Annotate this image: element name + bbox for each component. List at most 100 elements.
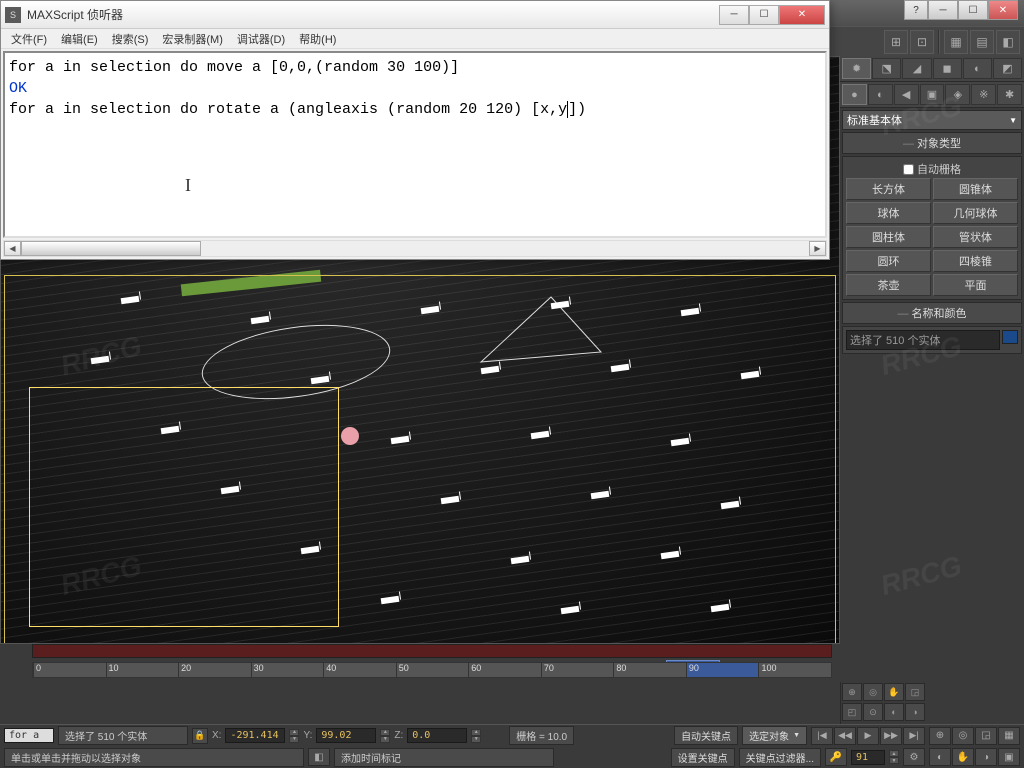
create-tab[interactable]: ✹ (842, 58, 871, 79)
nav-btn[interactable]: ◰ (842, 703, 862, 721)
lights-tab[interactable]: ◀ (894, 84, 919, 105)
object-color-swatch[interactable] (1002, 330, 1018, 344)
x-input[interactable]: -291.414 (225, 728, 285, 743)
display-tab[interactable]: ◐ (963, 58, 992, 79)
nav-btn[interactable]: ◐ (884, 703, 904, 721)
sphere-button[interactable]: 球体 (846, 202, 931, 224)
key-icon[interactable]: 🔑 (825, 748, 847, 766)
auto-grid-checkbox[interactable]: 自动栅格 (846, 160, 1018, 178)
name-color-header[interactable]: — 名称和颜色 (842, 302, 1022, 324)
z-label: Z: (394, 730, 403, 741)
next-frame-button[interactable]: ▶▶ (880, 727, 902, 745)
toolbar-icon[interactable]: ⊡ (910, 30, 934, 54)
cone-button[interactable]: 圆锥体 (933, 178, 1018, 200)
listener-h-scrollbar[interactable]: ◀ ▶ (3, 240, 827, 257)
next-key-button[interactable]: ▶| (903, 727, 925, 745)
frame-spinner[interactable]: ▲▼ (889, 750, 899, 764)
category-dropdown[interactable]: 标准基本体 (842, 110, 1022, 130)
prev-frame-button[interactable]: ◀◀ (834, 727, 856, 745)
script-icon[interactable]: ◧ (308, 748, 330, 766)
x-spinner[interactable]: ▲▼ (289, 729, 299, 743)
geometry-tab[interactable]: ● (842, 84, 867, 105)
torus-button[interactable]: 圆环 (846, 250, 931, 272)
nav-btn[interactable]: ⊙ (863, 703, 883, 721)
pyramid-button[interactable]: 四棱锥 (933, 250, 1018, 272)
listener-minimize-button[interactable]: ─ (719, 5, 749, 25)
time-config-button[interactable]: ⚙ (903, 748, 925, 766)
box-button[interactable]: 长方体 (846, 178, 931, 200)
listener-maximize-button[interactable]: ☐ (749, 5, 779, 25)
cylinder-button[interactable]: 圆柱体 (846, 226, 931, 248)
lock-icon[interactable]: 🔒 (192, 728, 208, 744)
z-spinner[interactable]: ▲▼ (471, 729, 481, 743)
nav-all-button[interactable]: ▦ (998, 727, 1020, 745)
menu-help[interactable]: 帮助(H) (293, 29, 342, 49)
track-bar[interactable] (32, 644, 832, 658)
menu-edit[interactable]: 编辑(E) (55, 29, 104, 49)
autokey-button[interactable]: 自动关键点 (674, 726, 738, 745)
code-line: for a in selection do move a [0,0,(rando… (9, 57, 821, 78)
spacewarps-tab[interactable]: ※ (971, 84, 996, 105)
nav-roll-button[interactable]: ◑ (975, 748, 997, 766)
listener-titlebar[interactable]: S MAXScript 侦听器 ─ ☐ ✕ (1, 1, 829, 29)
timeline-ruler[interactable]: 0 10 20 30 40 50 60 70 80 90 100 (32, 662, 832, 678)
toolbar-icon[interactable]: ⊞ (884, 30, 908, 54)
add-time-marker[interactable]: 添加时间标记 (334, 748, 554, 767)
minimize-button[interactable]: ─ (928, 0, 958, 20)
nav-btn[interactable]: ◲ (905, 683, 925, 701)
close-button[interactable]: ✕ (988, 0, 1018, 20)
helpers-tab[interactable]: ◈ (945, 84, 970, 105)
setkey-button[interactable]: 设置关键点 (671, 748, 735, 767)
maximize-button[interactable]: ☐ (958, 0, 988, 20)
teapot-button[interactable]: 茶壶 (846, 274, 931, 296)
nav-max-button[interactable]: ▣ (998, 748, 1020, 766)
menu-debug[interactable]: 调试器(D) (231, 29, 291, 49)
geosphere-button[interactable]: 几何球体 (933, 202, 1018, 224)
scroll-right-button[interactable]: ▶ (809, 241, 826, 256)
timeline[interactable]: 91 / 100 0 10 20 30 40 50 60 70 80 90 10… (0, 644, 840, 682)
object-name-input[interactable]: 选择了 510 个实体 (846, 330, 1000, 350)
toolbar-icon[interactable]: ▦ (944, 30, 968, 54)
scroll-track[interactable] (21, 241, 809, 256)
cameras-tab[interactable]: ▣ (920, 84, 945, 105)
menu-file[interactable]: 文件(F) (5, 29, 53, 49)
nav-fov-button[interactable]: ◲ (975, 727, 997, 745)
toolbar-icon[interactable]: ▤ (970, 30, 994, 54)
menu-macro[interactable]: 宏录制器(M) (156, 29, 229, 49)
keymode-dropdown[interactable]: 选定对象▼ (742, 726, 807, 745)
mini-listener[interactable]: for a (4, 728, 54, 743)
y-label: Y: (303, 730, 312, 741)
play-button[interactable]: ▶ (857, 727, 879, 745)
tube-button[interactable]: 管状体 (933, 226, 1018, 248)
scroll-left-button[interactable]: ◀ (4, 241, 21, 256)
utilities-tab[interactable]: ◩ (993, 58, 1022, 79)
y-input[interactable]: 99.02 (316, 728, 376, 743)
listener-close-button[interactable]: ✕ (779, 5, 825, 25)
y-spinner[interactable]: ▲▼ (380, 729, 390, 743)
menu-search[interactable]: 搜索(S) (106, 29, 155, 49)
plane-button[interactable]: 平面 (933, 274, 1018, 296)
modify-tab[interactable]: ⬔ (872, 58, 901, 79)
help-button[interactable]: ? (904, 0, 928, 20)
object-type-header[interactable]: — 对象类型 (842, 132, 1022, 154)
z-input[interactable]: 0.0 (407, 728, 467, 743)
current-frame-input[interactable]: 91 (851, 750, 885, 765)
nav-pan-button[interactable]: ⊕ (929, 727, 951, 745)
prev-key-button[interactable]: |◀ (811, 727, 833, 745)
nav-btn[interactable]: ⊕ (842, 683, 862, 701)
create-category-tabs: ● ◐ ◀ ▣ ◈ ※ ✱ (840, 82, 1024, 108)
nav-btn[interactable]: ◑ (905, 703, 925, 721)
hierarchy-tab[interactable]: ◢ (902, 58, 931, 79)
systems-tab[interactable]: ✱ (997, 84, 1022, 105)
nav-btn[interactable]: ◎ (863, 683, 883, 701)
motion-tab[interactable]: ◼ (933, 58, 962, 79)
nav-btn[interactable]: ✋ (884, 683, 904, 701)
shapes-tab[interactable]: ◐ (868, 84, 893, 105)
listener-output[interactable]: for a in selection do move a [0,0,(rando… (3, 51, 827, 238)
nav-orbit-button[interactable]: ◐ (929, 748, 951, 766)
toolbar-icon[interactable]: ◧ (996, 30, 1020, 54)
nav-dolly-button[interactable]: ✋ (952, 748, 974, 766)
keyfilter-button[interactable]: 关键点过滤器... (739, 748, 821, 767)
nav-zoom-button[interactable]: ◎ (952, 727, 974, 745)
scroll-thumb[interactable] (21, 241, 201, 256)
